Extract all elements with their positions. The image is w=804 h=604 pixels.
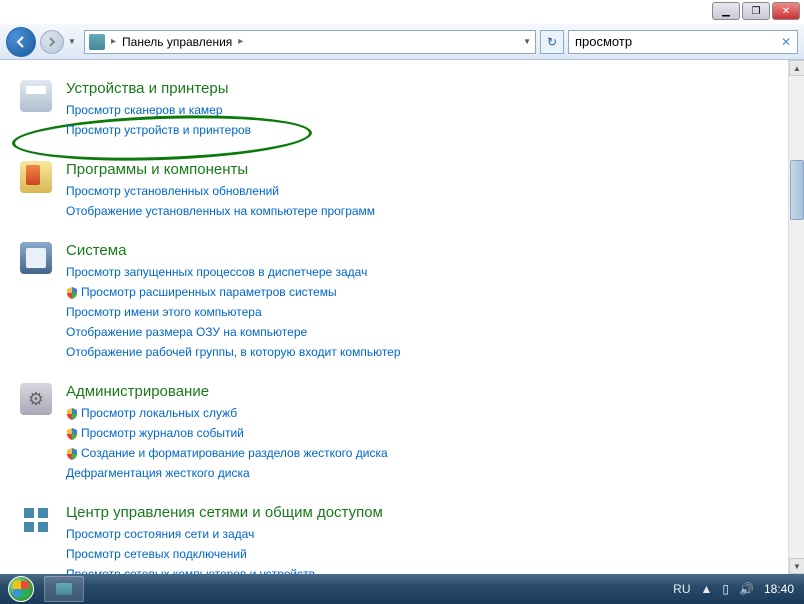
result-section: Система Просмотр запущенных процессов в д… bbox=[20, 242, 788, 363]
system-icon bbox=[20, 242, 52, 274]
network-icon bbox=[20, 504, 52, 536]
section-title[interactable]: Устройства и принтеры bbox=[66, 80, 788, 97]
result-link[interactable]: Просмотр расширенных параметров системы bbox=[66, 283, 788, 301]
action-center-icon[interactable]: ▲ bbox=[701, 582, 713, 596]
section-body: Система Просмотр запущенных процессов в д… bbox=[66, 242, 788, 363]
navigation-bar: ▼ ▸ Панель управления ▸ ▼ ↻ ✕ bbox=[0, 24, 804, 60]
breadcrumb-separator: ▸ bbox=[111, 36, 116, 47]
shield-icon bbox=[66, 448, 78, 460]
section-body: Администрирование Просмотр локальных служ… bbox=[66, 383, 788, 484]
address-bar[interactable]: ▸ Панель управления ▸ ▼ bbox=[84, 30, 536, 54]
section-title[interactable]: Центр управления сетями и общим доступом bbox=[66, 504, 788, 521]
result-link[interactable]: Просмотр журналов событий bbox=[66, 424, 788, 442]
result-link[interactable]: Просмотр локальных служб bbox=[66, 404, 788, 422]
refresh-button[interactable]: ↻ bbox=[540, 30, 564, 54]
scroll-down-button[interactable]: ▼ bbox=[789, 558, 804, 574]
result-link[interactable]: Просмотр устройств и принтеров bbox=[66, 121, 788, 139]
back-button[interactable] bbox=[6, 27, 36, 57]
search-input[interactable] bbox=[575, 34, 781, 49]
section-body: Устройства и принтеры Просмотр сканеров и… bbox=[66, 80, 788, 141]
result-section: Устройства и принтеры Просмотр сканеров и… bbox=[20, 80, 788, 141]
volume-icon[interactable]: 🔊 bbox=[739, 582, 754, 596]
control-panel-icon bbox=[56, 583, 72, 595]
result-link[interactable]: Просмотр установленных обновлений bbox=[66, 182, 788, 200]
result-link[interactable]: Дефрагментация жесткого диска bbox=[66, 464, 788, 482]
taskbar-item-control-panel[interactable] bbox=[44, 576, 84, 602]
result-section: Программы и компоненты Просмотр установле… bbox=[20, 161, 788, 222]
minimize-button[interactable]: ▁ bbox=[712, 2, 740, 20]
result-link[interactable]: Просмотр сетевых подключений bbox=[66, 545, 788, 563]
result-link[interactable]: Просмотр имени этого компьютера bbox=[66, 303, 788, 321]
system-tray: RU ▲ ▯ 🔊 18:40 bbox=[673, 582, 802, 596]
result-link[interactable]: Создание и форматирование разделов жестк… bbox=[66, 444, 788, 462]
result-link[interactable]: Просмотр сканеров и камер bbox=[66, 101, 788, 119]
section-title[interactable]: Администрирование bbox=[66, 383, 788, 400]
section-title[interactable]: Система bbox=[66, 242, 788, 259]
programs-icon bbox=[20, 161, 52, 193]
start-button[interactable] bbox=[2, 575, 40, 603]
printer-icon bbox=[20, 80, 52, 112]
network-icon[interactable]: ▯ bbox=[722, 582, 729, 596]
result-link[interactable]: Просмотр состояния сети и задач bbox=[66, 525, 788, 543]
scrollbar[interactable]: ▲ ▼ bbox=[788, 60, 804, 574]
section-body: Центр управления сетями и общим доступом… bbox=[66, 504, 788, 574]
taskbar: RU ▲ ▯ 🔊 18:40 bbox=[0, 574, 804, 604]
scrollbar-thumb[interactable] bbox=[790, 160, 804, 220]
result-link[interactable]: Просмотр запущенных процессов в диспетче… bbox=[66, 263, 788, 281]
forward-button[interactable] bbox=[40, 30, 64, 54]
section-title[interactable]: Программы и компоненты bbox=[66, 161, 788, 178]
result-link[interactable]: Отображение установленных на компьютере … bbox=[66, 202, 788, 220]
windows-logo-icon bbox=[8, 576, 34, 602]
result-link[interactable]: Отображение размера ОЗУ на компьютере bbox=[66, 323, 788, 341]
address-dropdown[interactable]: ▼ bbox=[523, 37, 531, 46]
control-panel-icon bbox=[89, 34, 105, 50]
scroll-up-button[interactable]: ▲ bbox=[789, 60, 804, 76]
arrow-right-icon bbox=[47, 37, 57, 47]
search-box: ✕ bbox=[568, 30, 798, 54]
clear-search-icon[interactable]: ✕ bbox=[781, 35, 791, 49]
history-dropdown[interactable]: ▼ bbox=[68, 37, 80, 46]
close-button[interactable]: ✕ bbox=[772, 2, 800, 20]
arrow-left-icon bbox=[14, 35, 28, 49]
admin-icon bbox=[20, 383, 52, 415]
section-body: Программы и компоненты Просмотр установле… bbox=[66, 161, 788, 222]
shield-icon bbox=[66, 408, 78, 420]
result-link[interactable]: Отображение рабочей группы, в которую вх… bbox=[66, 343, 788, 361]
result-section: Администрирование Просмотр локальных служ… bbox=[20, 383, 788, 484]
language-indicator[interactable]: RU bbox=[673, 582, 690, 596]
search-results: Устройства и принтеры Просмотр сканеров и… bbox=[0, 60, 788, 574]
maximize-button[interactable]: ❐ bbox=[742, 2, 770, 20]
breadcrumb-separator: ▸ bbox=[238, 36, 243, 47]
clock[interactable]: 18:40 bbox=[764, 582, 794, 596]
breadcrumb-item[interactable]: Панель управления bbox=[122, 35, 232, 49]
result-section: Центр управления сетями и общим доступом… bbox=[20, 504, 788, 574]
shield-icon bbox=[66, 428, 78, 440]
shield-icon bbox=[66, 287, 78, 299]
result-link[interactable]: Просмотр сетевых компьютеров и устройств bbox=[66, 565, 788, 574]
